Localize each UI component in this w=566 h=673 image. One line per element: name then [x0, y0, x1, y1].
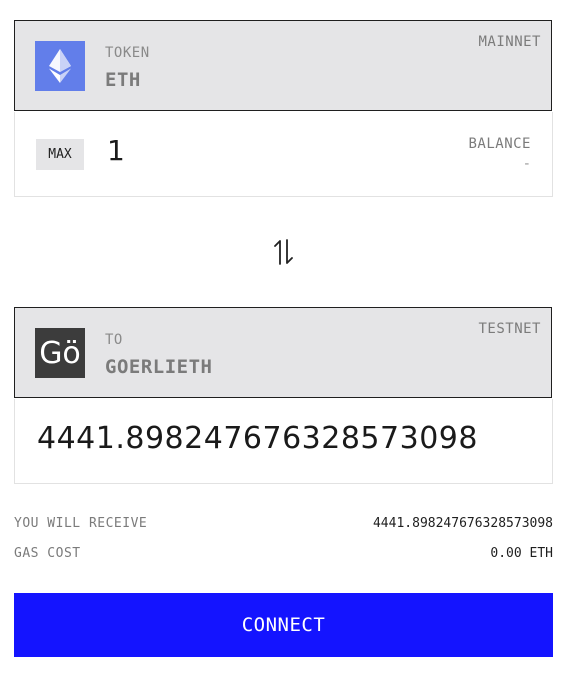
to-network-label: TESTNET	[478, 321, 541, 337]
receive-label: YOU WILL RECEIVE	[14, 516, 148, 531]
receive-amount-box: 4441.898247676328573098	[14, 399, 553, 484]
from-token-name: ETH	[105, 69, 141, 91]
receive-value: 4441.898247676328573098	[372, 516, 553, 531]
balance-value: -	[522, 156, 531, 172]
receive-amount: 4441.898247676328573098	[37, 421, 478, 456]
amount-input-box: MAX 1 BALANCE -	[14, 112, 553, 197]
eth-icon	[35, 41, 85, 91]
gas-cost-label: GAS COST	[14, 546, 81, 561]
balance-label: BALANCE	[468, 136, 531, 152]
gas-cost-value: 0.00 ETH	[490, 546, 553, 561]
from-token-label: TOKEN	[105, 45, 150, 61]
to-token-name: GOERLIETH	[105, 356, 213, 378]
from-network-label: MAINNET	[478, 34, 541, 50]
to-token-selector[interactable]: Gö TO GOERLIETH TESTNET	[14, 307, 552, 398]
amount-input[interactable]: 1	[107, 134, 125, 167]
max-button[interactable]: MAX	[36, 139, 84, 170]
from-token-selector[interactable]: TOKEN ETH MAINNET	[14, 20, 552, 111]
goerli-icon: Gö	[35, 328, 85, 378]
to-token-label: TO	[105, 332, 123, 348]
connect-button[interactable]: CONNECT	[14, 593, 553, 657]
swap-arrows-icon[interactable]	[272, 238, 296, 266]
